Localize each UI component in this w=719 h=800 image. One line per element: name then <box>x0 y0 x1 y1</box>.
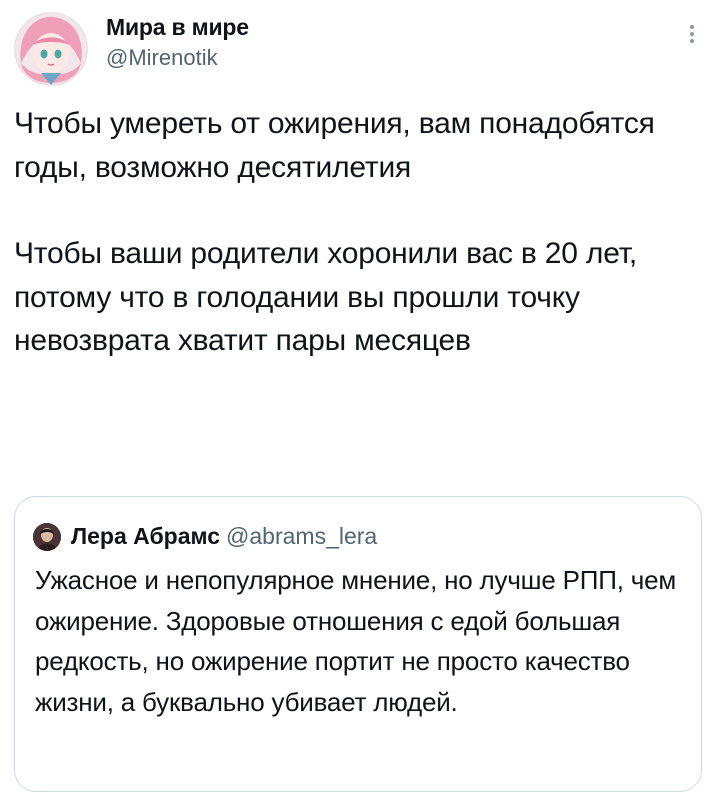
author-avatar[interactable] <box>14 12 88 86</box>
author-display-name[interactable]: Мира в мире <box>106 12 249 42</box>
tweet-text: Чтобы умереть от ожирения, вам понадобят… <box>14 102 704 363</box>
tweet-header: Мира в мире @Mirenotik <box>14 8 704 88</box>
quoted-author-display-name[interactable]: Лера Абрамс <box>71 523 220 549</box>
avatar-image <box>15 13 87 85</box>
tweet: Мира в мире @Mirenotik Чтобы умереть от … <box>0 0 719 800</box>
quoted-author-handle[interactable]: @abrams_lera <box>226 523 377 549</box>
tweet-paragraph-1: Чтобы умереть от ожирения, вам понадобят… <box>14 107 655 184</box>
tweet-paragraph-2: Чтобы ваши родители хоронили вас в 20 ле… <box>14 237 638 357</box>
quoted-author-avatar[interactable] <box>33 523 61 551</box>
author-handle[interactable]: @Mirenotik <box>106 42 249 74</box>
more-vertical-icon[interactable] <box>686 22 698 50</box>
quoted-tweet[interactable]: Лера Абрамс @abrams_lera Ужасное и непопу… <box>14 496 702 792</box>
author-info: Мира в мире @Mirenotik <box>106 12 249 74</box>
quoted-tweet-text: Ужасное и непопулярное мнение, но лучше … <box>35 565 677 717</box>
quoted-author-info: Лера Абрамс @abrams_lera <box>71 521 377 551</box>
quoted-avatar-image <box>33 523 61 551</box>
